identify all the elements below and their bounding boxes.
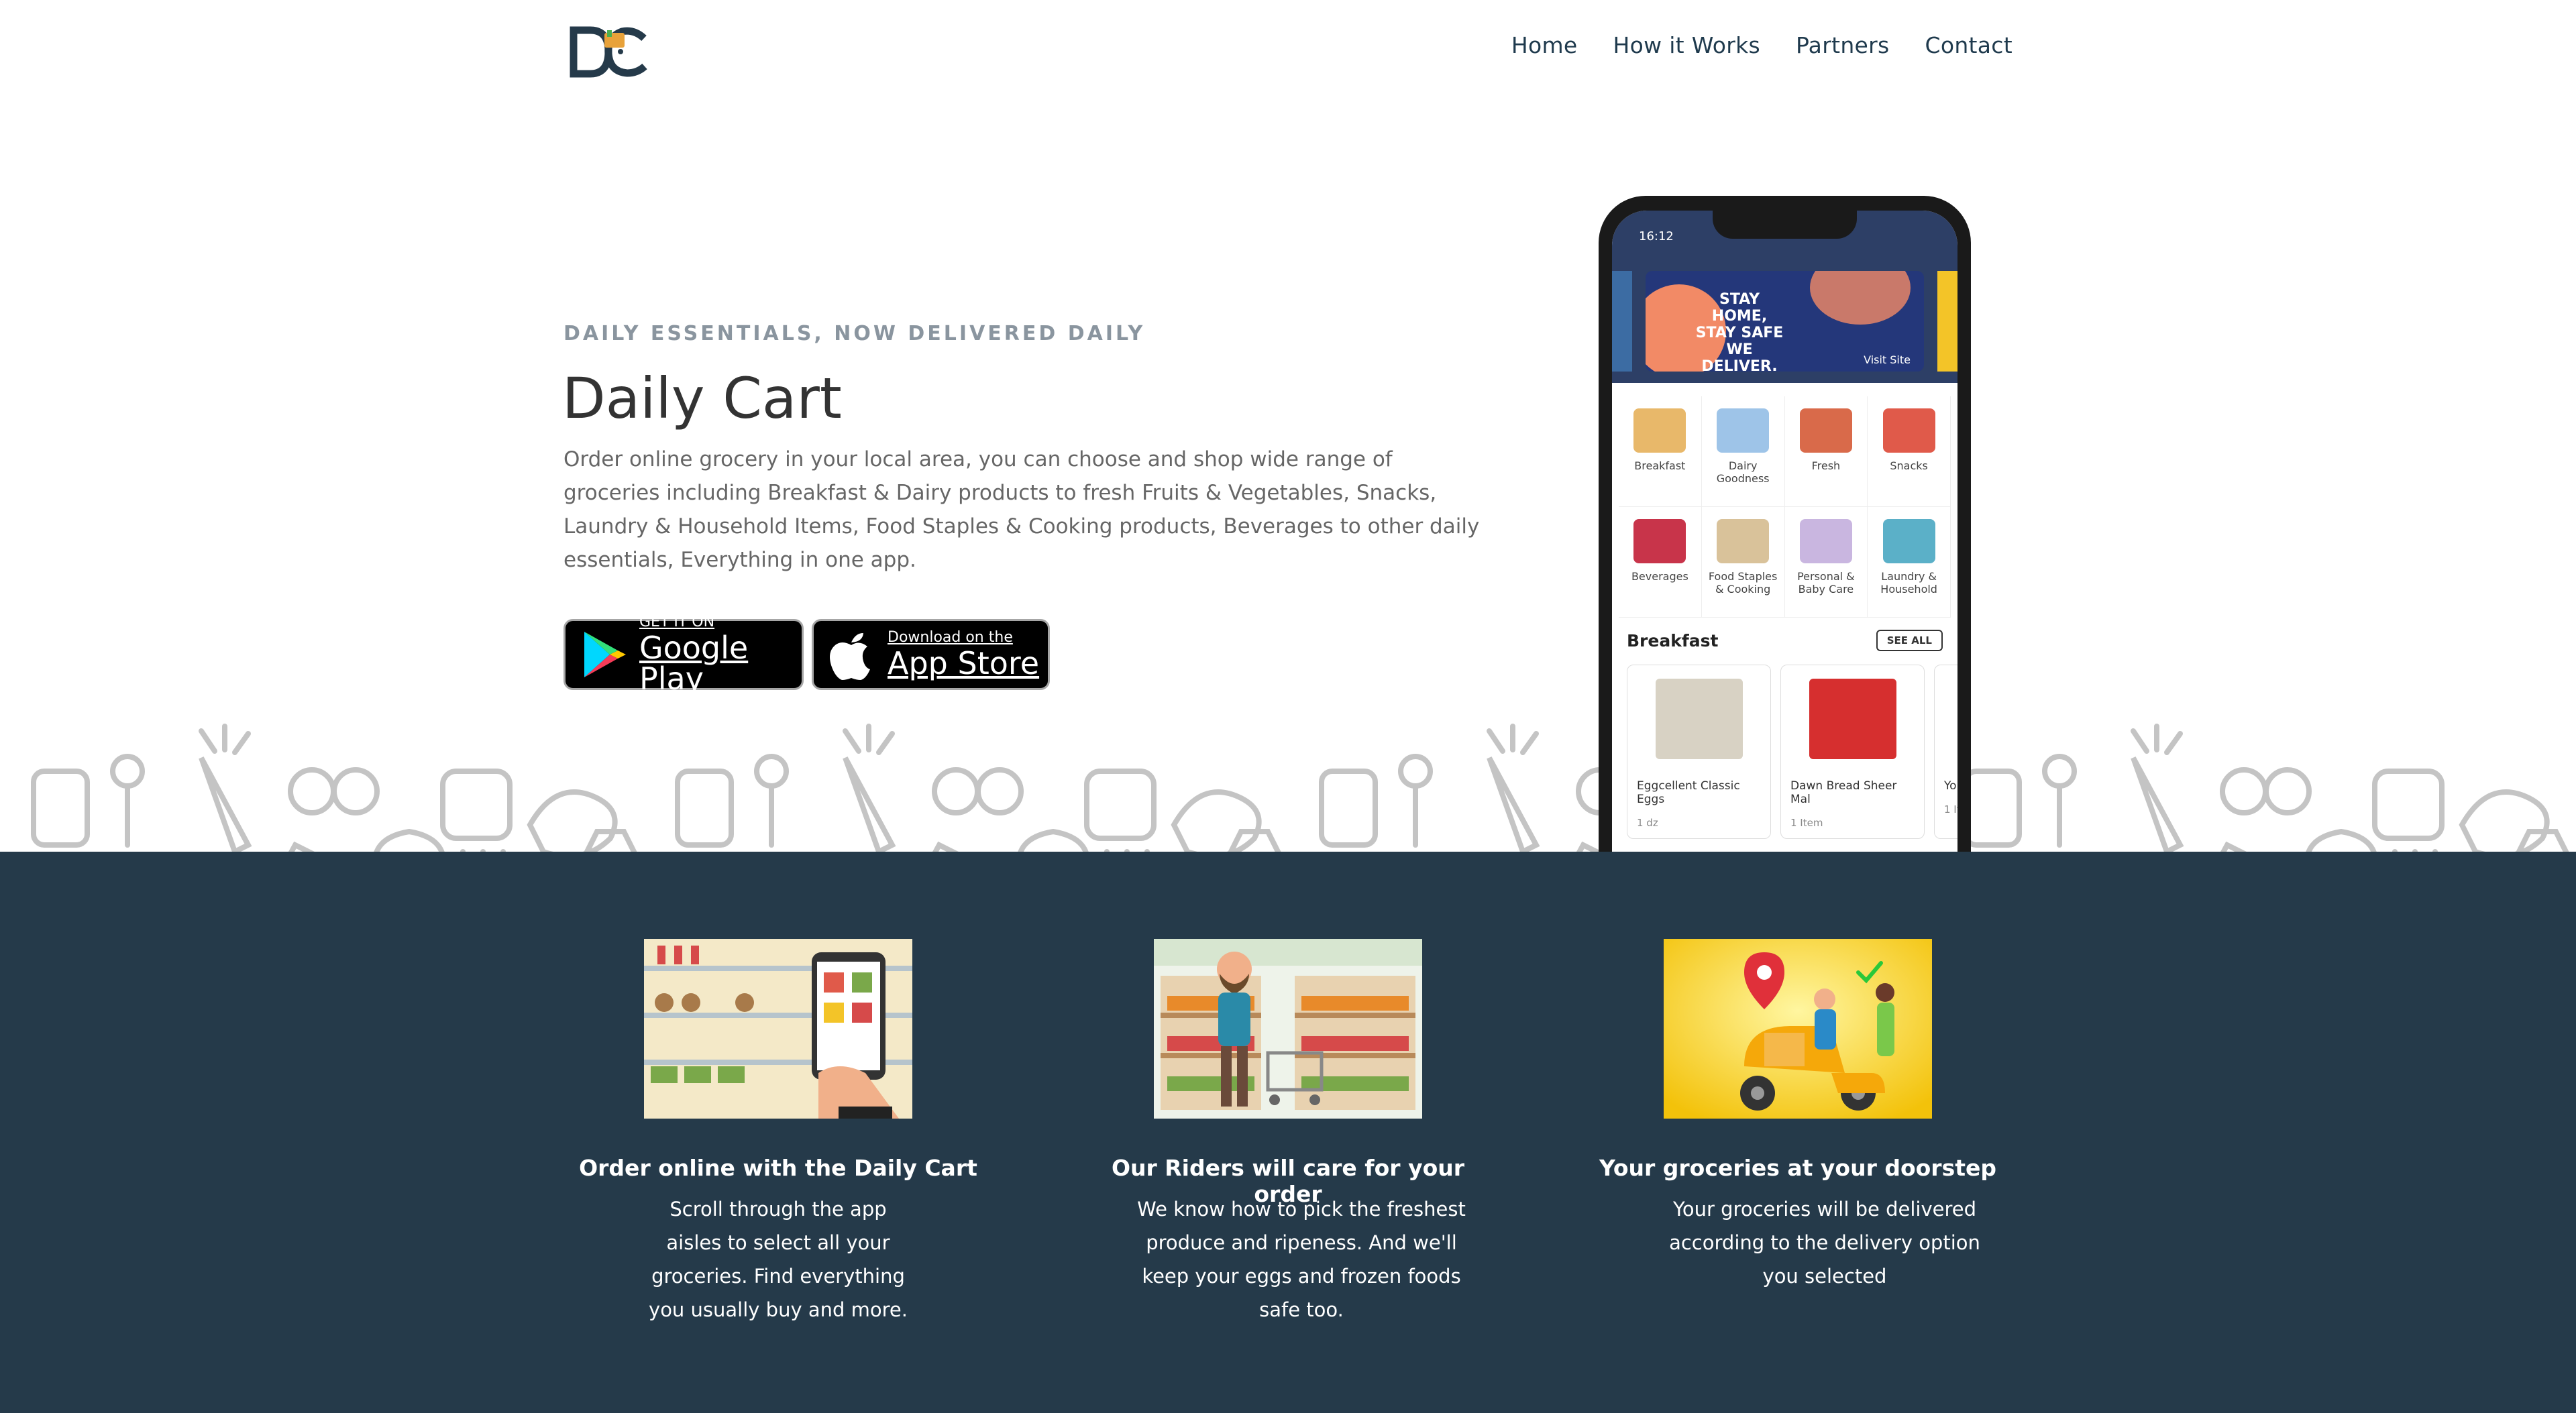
category-label: Dairy Goodness	[1716, 459, 1770, 485]
category-image	[1799, 408, 1852, 453]
google-play-icon	[584, 632, 626, 677]
hero-section: DAILY ESSENTIALS, NOW DELIVERED DAILY Da…	[0, 101, 2576, 852]
google-play-button[interactable]: GET IT ON Google Play	[564, 615, 804, 694]
see-all-button[interactable]: SEE ALL	[1876, 630, 1943, 651]
product-card[interactable]: Eggcellent Classic Eggs 1 dz	[1627, 665, 1771, 839]
category-beverages[interactable]: Beverages	[1619, 507, 1702, 618]
site-header: Home How it Works Partners Contact	[0, 0, 2576, 101]
phone-mockup: 16:12 STAY HOME, STAY SAFE WE DELIVER. V…	[1599, 196, 1971, 852]
category-image	[1799, 519, 1852, 563]
product-name: Eggcellent Classic Eggs	[1637, 779, 1740, 806]
nav-contact[interactable]: Contact	[1925, 32, 2013, 58]
nav-home[interactable]: Home	[1511, 32, 1578, 58]
app-store-big-text: App Store	[888, 645, 1040, 681]
app-store-small-text: Download on the	[888, 629, 1013, 646]
app-store-button[interactable]: Download on the App Store	[812, 619, 1050, 690]
feature-text: Your groceries will be delivered accordi…	[1669, 1198, 1980, 1288]
nav-how-it-works[interactable]: How it Works	[1613, 32, 1760, 58]
category-personal-care[interactable]: Personal & Baby Care	[1784, 507, 1868, 618]
shopper-cart-illustration	[1154, 939, 1422, 1119]
apple-icon	[830, 633, 870, 680]
category-food-staples[interactable]: Food Staples & Cooking	[1701, 507, 1785, 618]
category-breakfast[interactable]: Breakfast	[1619, 396, 1702, 507]
feature-title: Your groceries at your doorstep	[1599, 1155, 1997, 1181]
google-play-small-text: GET IT ON	[639, 614, 715, 630]
category-image	[1717, 408, 1770, 453]
grocery-doodle-pattern	[31, 724, 2576, 852]
product-qty: 1 It	[1944, 803, 1957, 815]
feature-title: Order online with the Daily Cart	[579, 1155, 977, 1181]
hero-title: Daily Cart	[562, 365, 842, 431]
product-row: Eggcellent Classic Eggs 1 dz Dawn Bread …	[1612, 651, 1957, 839]
section-title: Breakfast	[1627, 630, 1719, 651]
category-label: Snacks	[1890, 459, 1928, 472]
product-card[interactable]: Yo 1 It	[1934, 665, 1957, 839]
banner-peek-right	[1937, 271, 1957, 372]
category-label: Laundry & Household	[1880, 570, 1937, 596]
category-label: Fresh	[1811, 459, 1841, 472]
category-image	[1717, 519, 1770, 563]
promo-banner-strip: STAY HOME, STAY SAFE WE DELIVER. Visit S…	[1612, 259, 1957, 383]
banner-text: STAY HOME, STAY SAFE WE DELIVER.	[1695, 291, 1784, 372]
product-card[interactable]: Dawn Bread Sheer Mal 1 Item	[1780, 665, 1925, 839]
phone-shopping-illustration	[644, 939, 912, 1119]
category-label: Breakfast	[1634, 459, 1686, 472]
product-image	[1809, 679, 1896, 759]
product-name: Dawn Bread Sheer Mal	[1790, 779, 1897, 806]
product-image	[1655, 679, 1743, 759]
category-snacks[interactable]: Snacks	[1868, 396, 1951, 507]
phone-notch	[1713, 211, 1857, 239]
features-section: Order online with the Daily Cart Scroll …	[0, 852, 2576, 1413]
feature-text: We know how to pick the freshest produce…	[1137, 1198, 1466, 1321]
phone-time: 16:12	[1639, 229, 1674, 243]
category-label: Beverages	[1631, 570, 1688, 583]
hero-tagline: DAILY ESSENTIALS, NOW DELIVERED DAILY	[564, 322, 1146, 345]
category-image	[1882, 408, 1935, 453]
feature-text: Scroll through the app aisles to select …	[649, 1198, 908, 1321]
nav-partners[interactable]: Partners	[1796, 32, 1890, 58]
category-fresh[interactable]: Fresh	[1784, 396, 1868, 507]
product-qty: 1 dz	[1637, 817, 1658, 829]
category-image	[1633, 408, 1686, 453]
google-play-big-text: Google Play	[639, 630, 749, 697]
category-label: Personal & Baby Care	[1797, 570, 1855, 596]
phone-screen: 16:12 STAY HOME, STAY SAFE WE DELIVER. V…	[1612, 211, 1957, 852]
category-image	[1882, 519, 1935, 563]
product-name: Yo	[1944, 779, 1957, 793]
category-grid: Breakfast Dairy Goodness Fresh Snacks Be…	[1612, 383, 1957, 618]
product-qty: 1 Item	[1790, 817, 1823, 829]
banner-peek-left	[1612, 271, 1632, 372]
main-nav: Home How it Works Partners Contact	[1511, 32, 2012, 58]
hero-description: Order online grocery in your local area,…	[564, 447, 1480, 572]
banner-decoration	[1810, 271, 1911, 325]
delivery-scooter-illustration	[1664, 939, 1932, 1119]
category-laundry[interactable]: Laundry & Household	[1868, 507, 1951, 618]
banner-visit-link[interactable]: Visit Site	[1864, 353, 1911, 366]
breakfast-section-header: Breakfast SEE ALL	[1612, 618, 1957, 651]
category-label: Food Staples & Cooking	[1708, 570, 1778, 596]
category-image	[1633, 519, 1686, 563]
daily-cart-logo[interactable]	[567, 17, 651, 84]
category-dairy[interactable]: Dairy Goodness	[1701, 396, 1785, 507]
promo-banner[interactable]: STAY HOME, STAY SAFE WE DELIVER. Visit S…	[1646, 271, 1924, 372]
